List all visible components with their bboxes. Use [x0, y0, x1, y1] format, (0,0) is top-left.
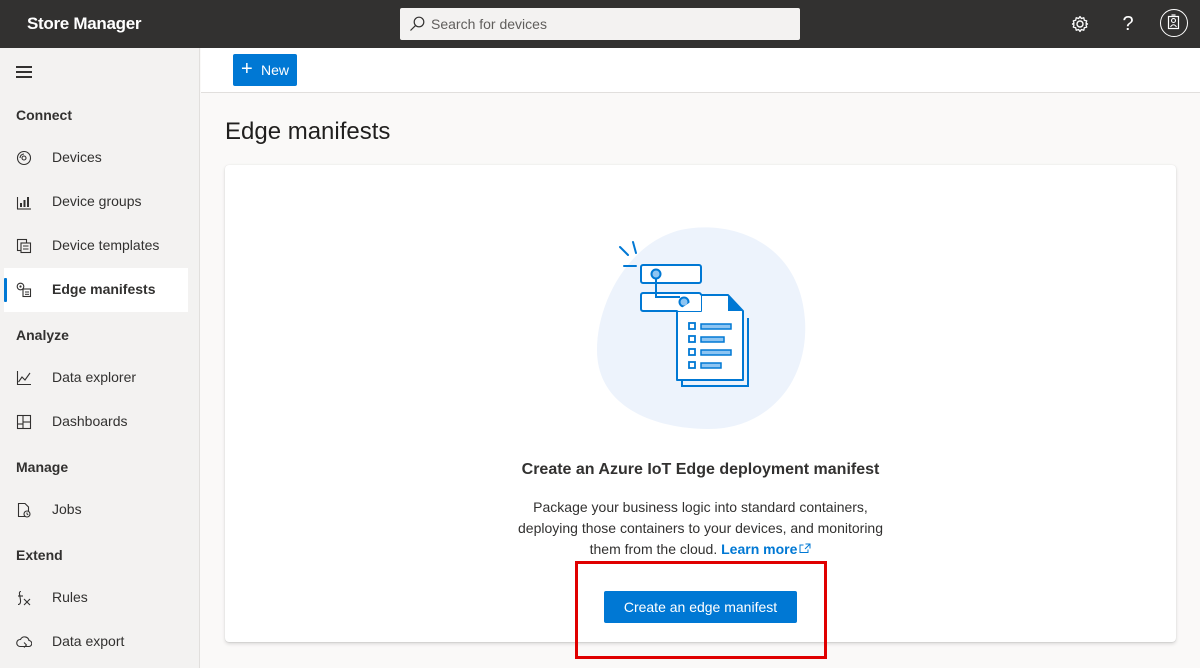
- create-edge-manifest-button[interactable]: Create an edge manifest: [604, 591, 797, 623]
- sidebar-item-label: Edge manifests: [52, 281, 156, 297]
- edge-manifests-icon: [16, 282, 32, 298]
- sidebar-item-label: Data export: [52, 633, 125, 649]
- sidebar-item-label: Dashboards: [52, 413, 128, 429]
- sidebar-item-data-export[interactable]: Data export: [4, 620, 188, 664]
- rules-icon: [17, 590, 31, 606]
- help-icon[interactable]: ?: [1116, 12, 1140, 36]
- section-label-extend: Extend: [16, 547, 63, 563]
- sidebar-item-label: Device templates: [52, 237, 160, 253]
- page-title: Edge manifests: [225, 118, 391, 145]
- sidebar-item-devices[interactable]: Devices: [4, 136, 188, 180]
- sidebar-item-label: Jobs: [52, 501, 82, 517]
- jobs-icon: [17, 502, 31, 518]
- manifest-illustration-icon: [597, 227, 806, 430]
- top-bar: Store Manager ?: [0, 0, 1200, 48]
- empty-state-description: Package your business logic into standar…: [505, 497, 896, 560]
- search-box[interactable]: [400, 8, 800, 40]
- search-icon: [410, 16, 425, 31]
- sidebar-item-label: Data explorer: [52, 369, 137, 385]
- external-link-icon[interactable]: [799, 543, 811, 553]
- sidebar-item-dashboards[interactable]: Dashboards: [4, 400, 188, 444]
- description-text: Package your business logic into standar…: [518, 499, 883, 557]
- sidebar-item-label: Rules: [52, 589, 88, 605]
- section-label-manage: Manage: [16, 459, 69, 475]
- command-bar: + New: [201, 48, 1200, 93]
- hamburger-menu-icon[interactable]: [16, 66, 32, 78]
- devices-icon: [16, 150, 32, 166]
- avatar-icon[interactable]: [1160, 9, 1188, 37]
- sidebar-item-edge-manifests[interactable]: Edge manifests: [4, 268, 188, 312]
- plus-icon: +: [241, 58, 253, 80]
- data-export-icon: [16, 636, 32, 648]
- device-groups-icon: [16, 197, 31, 210]
- section-label-analyze: Analyze: [16, 327, 69, 343]
- search-input[interactable]: [431, 8, 791, 40]
- dashboards-icon: [16, 414, 32, 430]
- sidebar-item-data-explorer[interactable]: Data explorer: [4, 356, 188, 400]
- sidebar-item-jobs[interactable]: Jobs: [4, 488, 188, 532]
- empty-state-card: Create an Azure IoT Edge deployment mani…: [225, 165, 1176, 642]
- sidebar-item-device-templates[interactable]: Device templates: [4, 224, 188, 268]
- empty-state-title: Create an Azure IoT Edge deployment mani…: [521, 461, 880, 478]
- sidebar-item-rules[interactable]: Rules: [4, 576, 188, 620]
- new-button-label: New: [261, 62, 290, 78]
- sidebar: Connect Devices Device groups Device tem…: [0, 48, 200, 668]
- learn-more-link[interactable]: Learn more: [721, 541, 797, 557]
- app-title[interactable]: Store Manager: [27, 14, 141, 34]
- section-label-connect: Connect: [16, 107, 72, 123]
- device-templates-icon: [16, 238, 32, 254]
- active-indicator: [4, 278, 7, 302]
- new-button[interactable]: + New: [233, 54, 297, 86]
- data-explorer-icon: [16, 371, 31, 386]
- sidebar-item-label: Device groups: [52, 193, 142, 209]
- settings-icon[interactable]: [1068, 12, 1092, 36]
- sidebar-item-label: Devices: [52, 149, 102, 165]
- sidebar-item-device-groups[interactable]: Device groups: [4, 180, 188, 224]
